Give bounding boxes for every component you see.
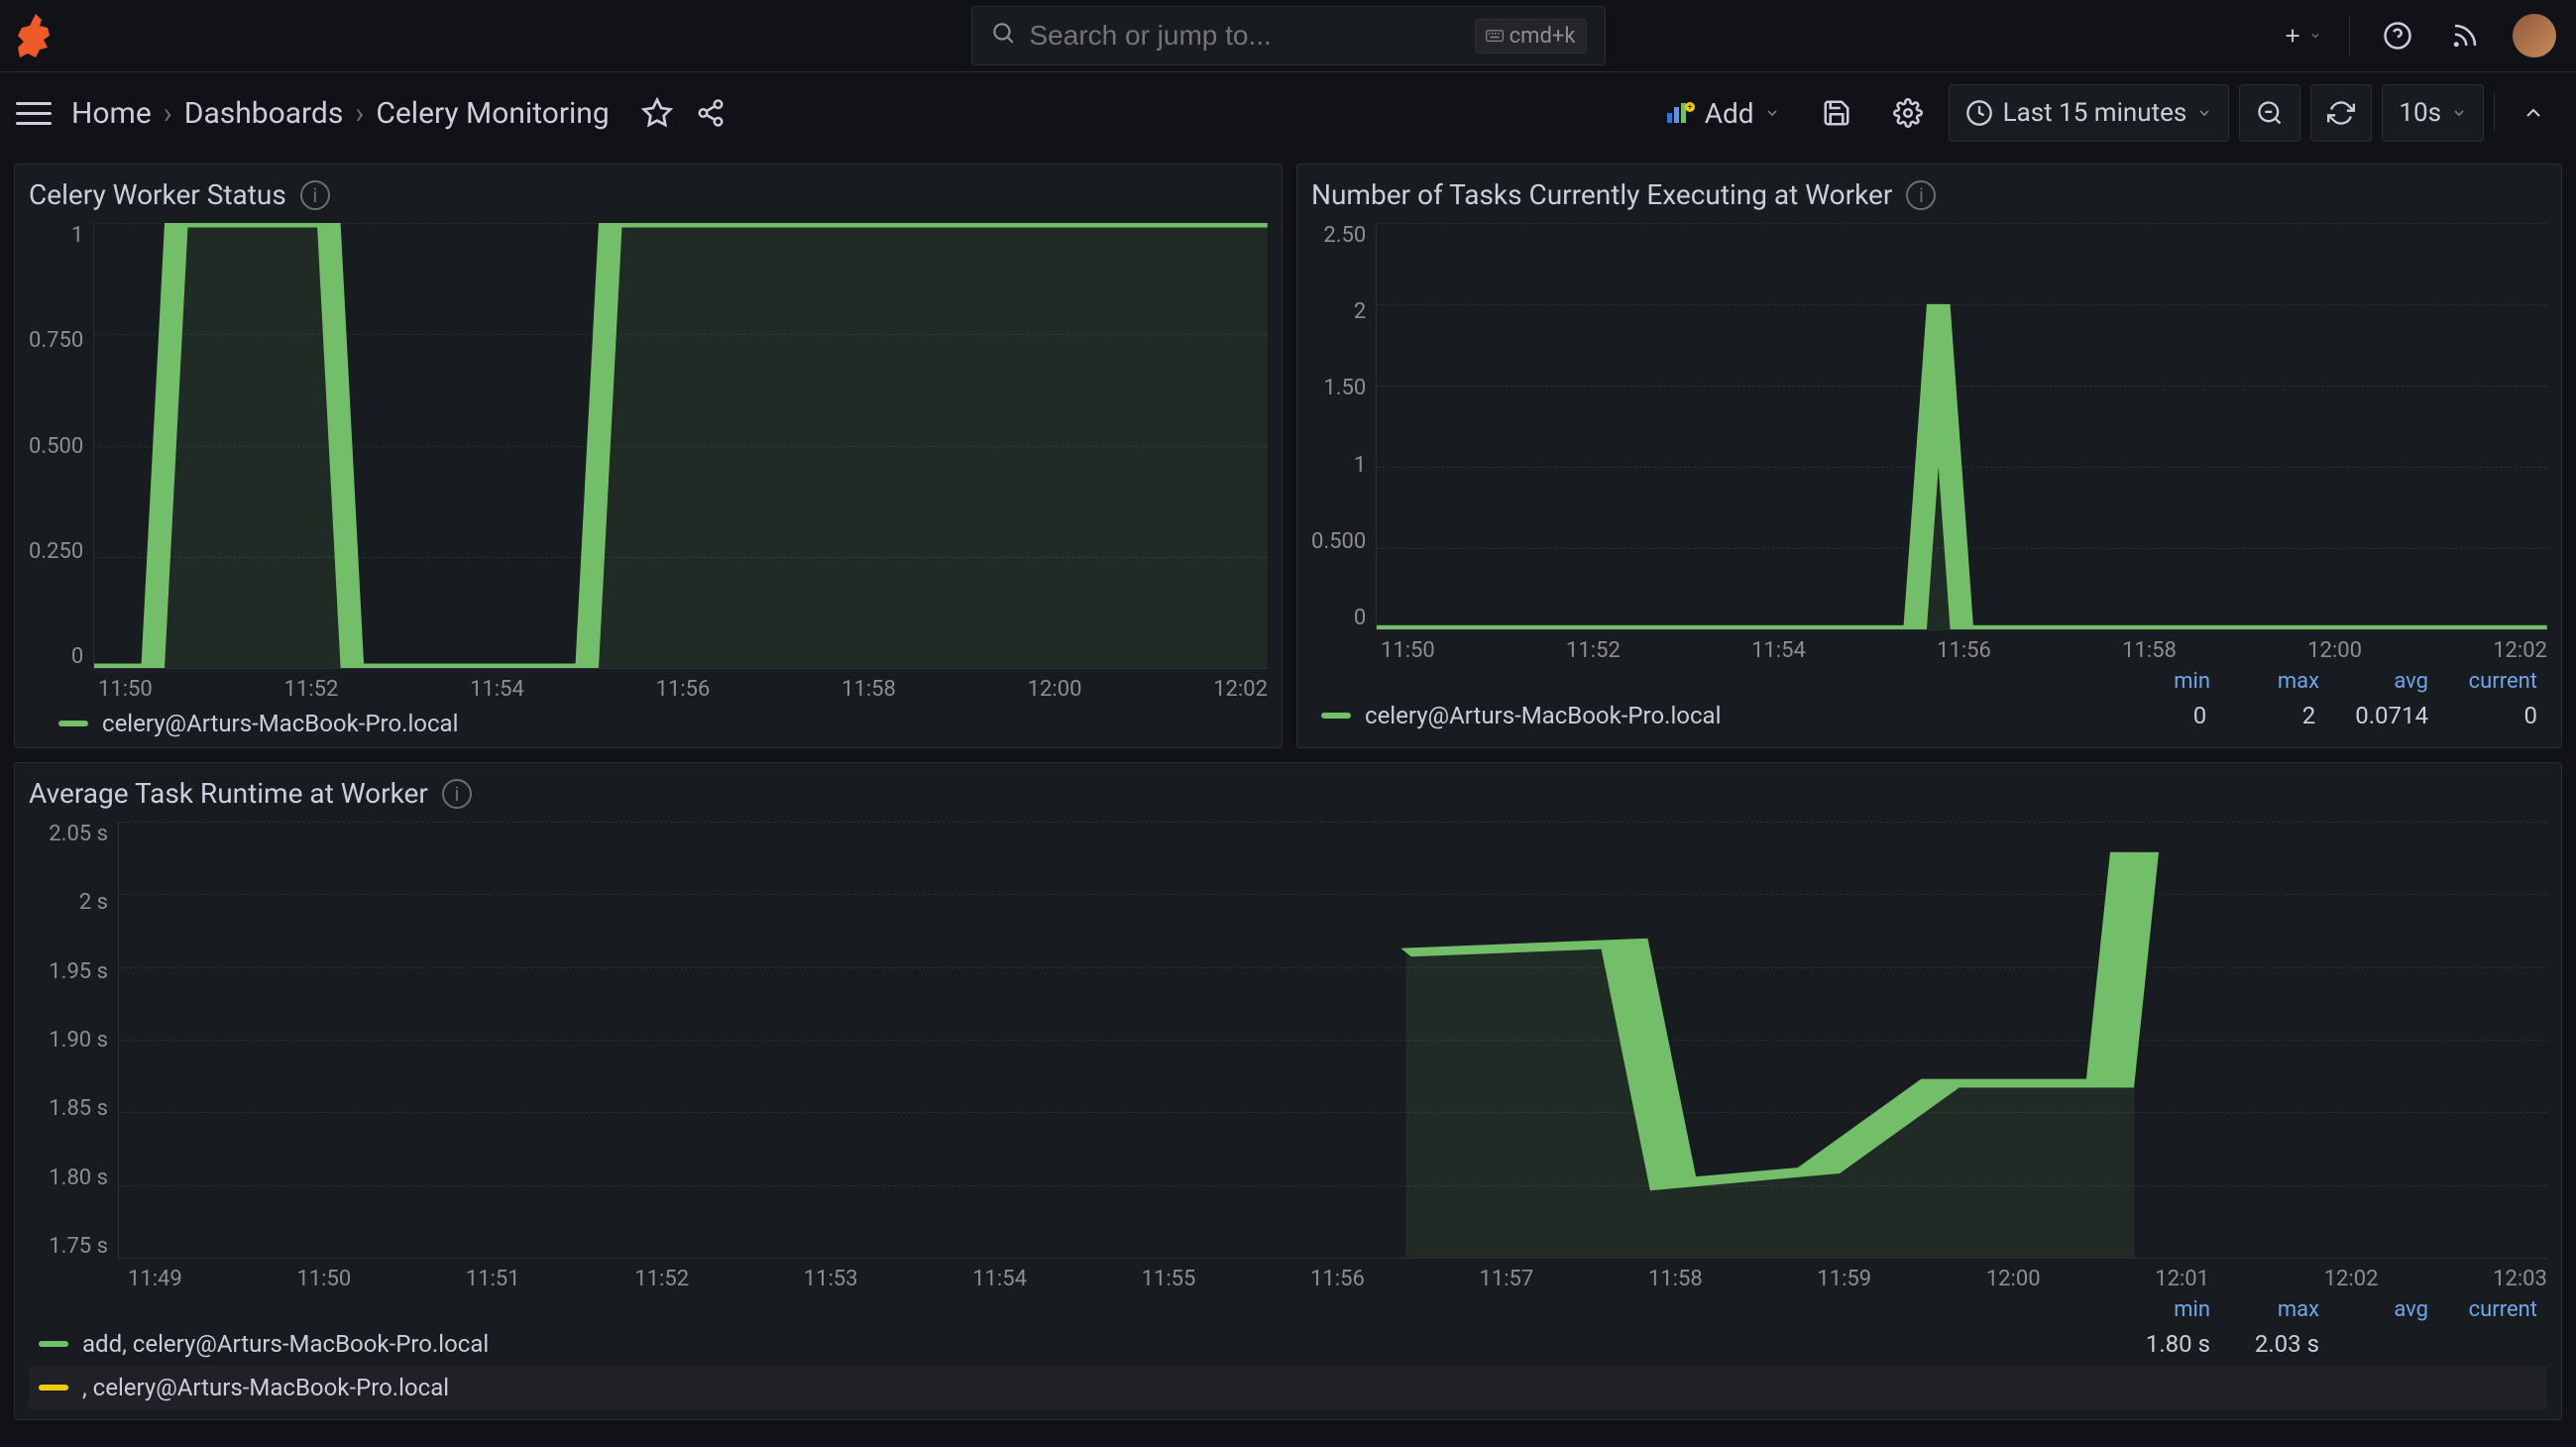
legend: celery@Arturs-MacBook-Pro.local [29,710,1268,737]
collapse-button[interactable] [2505,84,2562,142]
chevron-down-icon [1764,105,1780,121]
add-label: Add [1705,97,1754,130]
legend-stats-header: min max avg current [1311,669,2547,694]
panel-title: Celery Worker Status [29,178,286,211]
bar-chart-icon: + [1665,101,1695,125]
star-icon [641,97,673,129]
gear-icon [1893,98,1923,128]
user-avatar[interactable] [2513,14,2556,57]
clock-icon [1965,99,1993,127]
x-axis: 11:50 11:52 11:54 11:56 11:58 12:00 12:0… [1381,630,2547,663]
breadcrumb-current: Celery Monitoring [376,96,609,131]
global-search[interactable]: cmd+k [971,6,1606,65]
panel-worker-status[interactable]: Celery Worker Status i 1 0.750 0.500 0.2… [14,164,1283,748]
divider [2494,93,2495,133]
info-icon[interactable]: i [1906,180,1936,210]
add-panel-button[interactable]: + Add [1649,84,1796,142]
chart-plot [1376,223,2547,630]
plus-icon [2282,23,2303,49]
share-icon [696,98,726,128]
y-axis: 2.50 2 1.50 1 0.500 0 [1311,223,1376,630]
y-axis: 2.05 s 2 s 1.95 s 1.90 s 1.85 s 1.80 s 1… [29,822,118,1259]
star-button[interactable] [637,93,677,133]
legend-swatch [58,721,88,726]
zoom-out-icon [2256,99,2284,127]
refresh-interval-label: 10s [2399,98,2441,128]
settings-button[interactable] [1877,84,1939,142]
breadcrumb-home[interactable]: Home [71,96,152,131]
time-range-label: Last 15 minutes [2003,98,2187,128]
panel-avg-runtime[interactable]: Average Task Runtime at Worker i 2.05 s … [14,762,2562,1420]
create-button[interactable] [2282,16,2321,56]
top-bar: cmd+k [0,0,2576,72]
legend-row[interactable]: , celery@Arturs-MacBook-Pro.local [29,1366,2547,1409]
news-button[interactable] [2445,16,2485,56]
menu-toggle-button[interactable] [10,89,57,137]
share-button[interactable] [691,93,730,133]
save-icon [1822,98,1851,128]
legend-swatch [1321,713,1351,719]
chevron-down-icon [2309,29,2321,43]
zoom-out-button[interactable] [2239,84,2300,142]
search-input[interactable] [1030,20,1461,52]
shortcut-text: cmd+k [1510,24,1576,49]
search-icon [990,20,1016,52]
legend-label: , celery@Arturs-MacBook-Pro.local [82,1374,2127,1401]
refresh-interval-button[interactable]: 10s [2382,84,2484,142]
info-icon[interactable]: i [300,180,330,210]
panel-title: Number of Tasks Currently Executing at W… [1311,178,1892,211]
panel-title: Average Task Runtime at Worker [29,777,428,810]
breadcrumb: Home › Dashboards › Celery Monitoring [71,96,610,131]
search-shortcut-badge: cmd+k [1475,19,1587,54]
legend-stats-header: min max avg current [29,1297,2547,1322]
help-icon [2383,21,2412,51]
chevron-up-icon [2521,101,2545,125]
keyboard-icon [1486,29,1504,43]
y-axis: 1 0.750 0.500 0.250 0 [29,223,93,669]
refresh-button[interactable] [2310,84,2372,142]
legend-label: celery@Arturs-MacBook-Pro.local [1365,702,2123,729]
legend-label: add, celery@Arturs-MacBook-Pro.local [82,1330,2127,1358]
chart-plot [118,822,2547,1259]
x-axis: 11:49 11:50 11:51 11:52 11:53 11:54 11:5… [128,1259,2547,1291]
help-button[interactable] [2378,16,2417,56]
chevron-right-icon: › [355,96,364,131]
chevron-down-icon [2451,105,2467,121]
chart-plot [93,223,1268,669]
save-button[interactable] [1806,84,1867,142]
chevron-down-icon [2196,105,2212,121]
legend-swatch [39,1341,68,1347]
refresh-icon [2327,99,2355,127]
chevron-right-icon: › [164,96,172,131]
svg-text:+: + [1687,103,1692,113]
legend-label[interactable]: celery@Arturs-MacBook-Pro.local [102,710,458,737]
dashboard-panels: Celery Worker Status i 1 0.750 0.500 0.2… [0,154,2576,1430]
legend-swatch [39,1385,68,1391]
breadcrumb-dashboards[interactable]: Dashboards [184,96,344,131]
x-axis: 11:50 11:52 11:54 11:56 11:58 12:00 12:0… [98,669,1268,702]
legend-row[interactable]: celery@Arturs-MacBook-Pro.local 0 2 0.07… [1311,694,2547,737]
rss-icon [2450,21,2480,51]
info-icon[interactable]: i [442,779,472,809]
time-range-button[interactable]: Last 15 minutes [1949,84,2230,142]
grafana-logo-icon[interactable] [12,12,59,59]
panel-tasks-executing[interactable]: Number of Tasks Currently Executing at W… [1296,164,2562,748]
legend-row[interactable]: add, celery@Arturs-MacBook-Pro.local 1.8… [29,1322,2547,1366]
divider [2349,16,2350,56]
dashboard-toolbar: Home › Dashboards › Celery Monitoring + … [0,72,2576,154]
